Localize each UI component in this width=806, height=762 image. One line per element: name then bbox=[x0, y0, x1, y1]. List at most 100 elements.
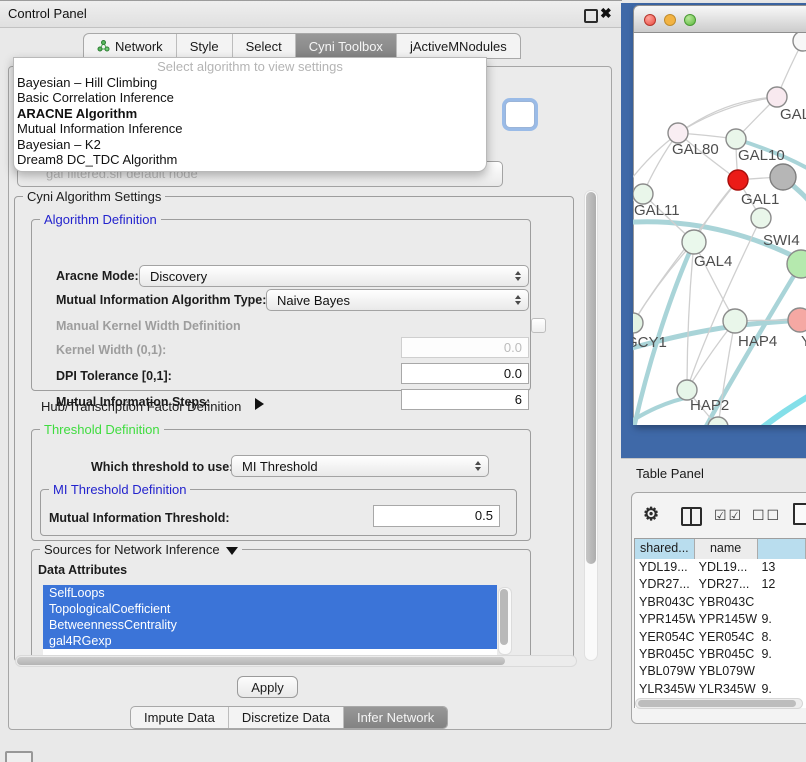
node-label: GAL80 bbox=[672, 141, 719, 158]
gear-icon[interactable]: ⚙ bbox=[643, 504, 659, 525]
page-title: Control Panel bbox=[8, 6, 87, 21]
float-window-icon[interactable] bbox=[584, 9, 598, 23]
table-cell: YPR145W bbox=[635, 611, 695, 628]
node-gal11[interactable] bbox=[633, 184, 653, 204]
node-unlabeled[interactable] bbox=[770, 164, 796, 190]
algorithm-option-dream8-dc-tdc-algorithm[interactable]: Dream8 DC_TDC Algorithm bbox=[14, 152, 486, 167]
select-all-checkboxes-icon[interactable]: ☑☑ bbox=[714, 507, 743, 524]
attribute-item-selfloops[interactable]: SelfLoops bbox=[43, 585, 497, 601]
scrollbar-thumb[interactable] bbox=[638, 700, 796, 707]
aracne-mode-combobox[interactable]: Discovery bbox=[139, 265, 529, 287]
close-traffic-light[interactable] bbox=[644, 14, 656, 26]
settings-horizontal-scrollbar[interactable] bbox=[15, 655, 577, 667]
table-header: shared...name bbox=[635, 539, 806, 559]
node-gcy1[interactable] bbox=[633, 313, 643, 333]
algorithm-option-basic-correlation-inference[interactable]: Basic Correlation Inference bbox=[14, 90, 486, 105]
collapse-arrow-icon[interactable] bbox=[226, 547, 238, 555]
node-gal10[interactable] bbox=[726, 129, 746, 149]
network-icon bbox=[97, 40, 110, 52]
table-row[interactable]: YER054CYER054C8. bbox=[635, 629, 806, 646]
table-row[interactable]: YBL079WYBL079W bbox=[635, 663, 806, 680]
table-cell: YBL079W bbox=[635, 663, 695, 680]
table-cell: YPR145W bbox=[695, 611, 758, 628]
expand-arrow-icon[interactable] bbox=[255, 398, 264, 410]
dpi-tolerance-field[interactable]: 0.0 bbox=[401, 363, 529, 384]
node-unlabeled[interactable] bbox=[751, 208, 771, 228]
node-label: GAL1 bbox=[741, 191, 779, 208]
mi-type-combobox[interactable]: Naive Bayes bbox=[266, 289, 529, 311]
tab-cyni-toolbox[interactable]: Cyni Toolbox bbox=[295, 34, 396, 58]
node-label: GAL11 bbox=[634, 202, 680, 219]
table-cell: YDR27... bbox=[635, 576, 695, 593]
table-horizontal-scrollbar[interactable] bbox=[635, 698, 803, 709]
settings-vertical-scrollbar[interactable] bbox=[584, 190, 598, 661]
tab-infer-network[interactable]: Infer Network bbox=[343, 707, 447, 728]
algorithm-option-bayesian-k2[interactable]: Bayesian – K2 bbox=[14, 137, 486, 152]
threshold-definition-title: Threshold Definition bbox=[40, 422, 164, 437]
column-header-shared[interactable]: shared... bbox=[635, 539, 695, 559]
table-cell: YBL079W bbox=[695, 663, 758, 680]
node-gal4[interactable] bbox=[682, 230, 706, 254]
attribute-item-betweennesscentrality[interactable]: BetweennessCentrality bbox=[43, 617, 497, 633]
node-gal1[interactable] bbox=[728, 170, 748, 190]
column-header-name[interactable]: name bbox=[695, 539, 758, 559]
table-cell: YLR345W bbox=[695, 681, 758, 698]
tab-network[interactable]: Network bbox=[84, 34, 176, 58]
columns-icon-divider bbox=[690, 509, 692, 524]
table-row[interactable]: YPR145WYPR145W9. bbox=[635, 611, 806, 628]
minimize-traffic-light[interactable] bbox=[664, 14, 676, 26]
table-row[interactable]: YBR043CYBR043C bbox=[635, 594, 806, 611]
apply-button[interactable]: Apply bbox=[237, 676, 298, 698]
kernel-width-field[interactable]: 0.0 bbox=[401, 337, 529, 358]
attribute-item-topologicalcoefficient[interactable]: TopologicalCoefficient bbox=[43, 601, 497, 617]
aracne-mode-label: Aracne Mode: bbox=[56, 269, 139, 283]
mi-threshold-field[interactable]: 0.5 bbox=[373, 505, 500, 527]
tab-style[interactable]: Style bbox=[176, 34, 232, 58]
dpi-tolerance-label: DPI Tolerance [0,1]: bbox=[56, 369, 172, 383]
manual-kernel-label: Manual Kernel Width Definition bbox=[56, 319, 241, 333]
network-window-titlebar[interactable] bbox=[633, 5, 806, 33]
table-cell: YDL19... bbox=[695, 559, 758, 576]
table-cell: 9. bbox=[757, 611, 806, 628]
scrollbar-thumb[interactable] bbox=[17, 657, 505, 665]
columns-icon[interactable] bbox=[681, 507, 702, 526]
scrollbar-thumb[interactable] bbox=[500, 589, 508, 645]
zoom-traffic-light[interactable] bbox=[684, 14, 696, 26]
table-row[interactable]: YBR045CYBR045C9. bbox=[635, 646, 806, 663]
table-row[interactable]: YDR27...YDR27...12 bbox=[635, 576, 806, 593]
algorithm-option-bayesian-hill-climbing[interactable]: Bayesian – Hill Climbing bbox=[14, 75, 486, 90]
attribute-item-gal4rgexp[interactable]: gal4RGexp bbox=[43, 633, 497, 649]
tab-discretize-data[interactable]: Discretize Data bbox=[228, 707, 343, 728]
node-hap4[interactable] bbox=[723, 309, 747, 333]
aracne-mode-value: Discovery bbox=[150, 266, 207, 287]
table-cell: 13 bbox=[757, 559, 806, 576]
node-gal[interactable] bbox=[767, 87, 787, 107]
scrollbar-thumb[interactable] bbox=[586, 192, 596, 564]
mi-steps-field[interactable]: 6 bbox=[401, 389, 529, 410]
algorithm-combobox-button[interactable] bbox=[505, 101, 535, 128]
table-cell: 8. bbox=[757, 629, 806, 646]
node-unlabeled[interactable] bbox=[793, 33, 806, 51]
close-icon[interactable]: ✖ bbox=[600, 5, 612, 22]
document-icon[interactable] bbox=[793, 503, 806, 525]
attributes-scrollbar[interactable] bbox=[498, 587, 512, 655]
tab-select[interactable]: Select bbox=[232, 34, 295, 58]
which-threshold-combobox[interactable]: MI Threshold bbox=[231, 455, 489, 477]
manual-kernel-checkbox[interactable] bbox=[531, 318, 546, 333]
node-gal80[interactable] bbox=[668, 123, 688, 143]
combo-arrows-icon bbox=[475, 461, 481, 471]
algorithm-option-aracne-algorithm[interactable]: ARACNE Algorithm bbox=[14, 106, 486, 121]
table-row[interactable]: YLR345WYLR345W9. bbox=[635, 681, 806, 698]
tab-impute-data[interactable]: Impute Data bbox=[131, 707, 228, 728]
table-cell: YBR045C bbox=[635, 646, 695, 663]
minimized-frame-icon[interactable] bbox=[5, 751, 33, 762]
tab-label: Select bbox=[246, 39, 282, 54]
tab-label: Infer Network bbox=[357, 710, 434, 725]
node-y[interactable] bbox=[788, 308, 806, 332]
algorithm-option-mutual-information-inference[interactable]: Mutual Information Inference bbox=[14, 121, 486, 136]
table-body: YDL19...YDL19...13YDR27...YDR27...12YBR0… bbox=[635, 559, 806, 708]
column-header-clipped[interactable] bbox=[758, 539, 806, 559]
table-row[interactable]: YDL19...YDL19...13 bbox=[635, 559, 806, 576]
tab-jactivemnodules[interactable]: jActiveMNodules bbox=[396, 34, 520, 58]
deselect-all-checkboxes-icon[interactable]: ☐☐ bbox=[752, 507, 781, 524]
